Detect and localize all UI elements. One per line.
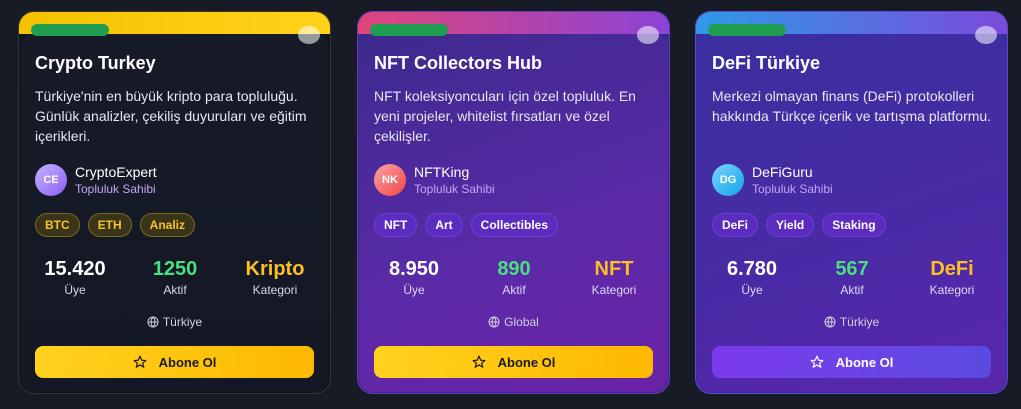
subscribe-label: Abone Ol [835, 354, 894, 370]
subscribe-label: Abone Ol [497, 354, 556, 370]
status-badge [708, 24, 786, 36]
stat-label: Aktif [502, 283, 526, 297]
location: Türkiye [19, 315, 330, 329]
avatar: CE [35, 164, 67, 196]
stat-value: 890 [497, 258, 531, 280]
avatar: NK [374, 164, 406, 196]
stat-value: 6.780 [726, 258, 778, 280]
avatar: DG [712, 164, 744, 196]
tag[interactable]: DeFi [712, 213, 759, 237]
status-badge [31, 24, 109, 36]
stat-label: Kategori [591, 283, 637, 297]
stat-label: Üye [741, 283, 763, 297]
community-card: DeFi Türkiye Merkezi olmayan finans (DeF… [695, 11, 1008, 394]
location: Global [358, 315, 669, 329]
owner-name[interactable]: CryptoExpert [75, 164, 157, 180]
stat-label: Kategori [252, 283, 298, 297]
tag[interactable]: Staking [822, 213, 886, 237]
tag-list: NFT Art Collectibles [374, 213, 559, 237]
tag[interactable]: Yield [766, 213, 815, 237]
subscribe-button[interactable]: Abone Ol [712, 346, 991, 378]
star-icon [472, 355, 486, 368]
stat-label: Üye [64, 283, 86, 297]
tag[interactable]: ETH [87, 213, 132, 237]
owner-role: Topluluk Sahibi [752, 182, 833, 196]
stat-category: Kripto Kategori [225, 257, 325, 299]
tag[interactable]: Art [425, 213, 463, 237]
tag[interactable]: Analiz [139, 213, 196, 237]
stat-value: 8.950 [388, 258, 440, 280]
stat-value: NFT [594, 258, 634, 280]
stat-category: DeFi Kategori [902, 257, 1002, 299]
card-title: NFT Collectors Hub [374, 53, 543, 73]
globe-icon [488, 316, 500, 328]
stat-label: Aktif [840, 283, 864, 297]
card-action-button[interactable] [975, 26, 997, 44]
owner-role: Topluluk Sahibi [414, 182, 495, 196]
stat-category: NFT Kategori [564, 257, 664, 299]
community-card: Crypto Turkey Türkiye'nin en büyük kript… [18, 11, 331, 394]
tag[interactable]: Collectibles [470, 213, 559, 237]
stats-row: 15.420 Üye 1250 Aktif Kripto Kategori [19, 257, 330, 299]
stat-label: Aktif [163, 283, 187, 297]
tag-list: DeFi Yield Staking [712, 213, 886, 237]
card-action-button[interactable] [637, 26, 659, 44]
globe-icon [147, 316, 159, 328]
status-badge [370, 24, 448, 36]
stat-members: 15.420 Üye [25, 257, 125, 299]
location-label: Türkiye [162, 315, 203, 329]
stat-label: Kategori [929, 283, 975, 297]
owner-name[interactable]: DeFiGuru [752, 164, 813, 180]
stat-active: 1250 Aktif [125, 257, 225, 299]
subscribe-label: Abone Ol [158, 354, 217, 370]
card-description: NFT koleksiyoncuları için özel topluluk.… [374, 88, 636, 144]
location-label: Global [504, 315, 539, 329]
community-card: NFT Collectors Hub NFT koleksiyoncuları … [357, 11, 670, 394]
stat-value: DeFi [930, 258, 974, 280]
stat-active: 567 Aktif [802, 257, 902, 299]
stat-value: Kripto [245, 258, 305, 280]
card-action-button[interactable] [298, 26, 320, 44]
card-description: Türkiye'nin en büyük kripto para toplulu… [35, 88, 307, 144]
subscribe-button[interactable]: Abone Ol [35, 346, 314, 378]
globe-icon [824, 316, 836, 328]
tag[interactable]: BTC [35, 213, 80, 237]
stat-label: Üye [403, 283, 425, 297]
stats-row: 8.950 Üye 890 Aktif NFT Kategori [358, 257, 669, 299]
stat-value: 567 [835, 258, 869, 280]
owner-role: Topluluk Sahibi [75, 182, 156, 196]
card-title: Crypto Turkey [35, 53, 156, 73]
tag[interactable]: NFT [374, 213, 418, 237]
stat-members: 8.950 Üye [364, 257, 464, 299]
stat-value: 1250 [152, 258, 198, 280]
star-icon [810, 355, 824, 368]
stat-value: 15.420 [44, 258, 106, 280]
location-label: Türkiye [839, 315, 880, 329]
stat-active: 890 Aktif [464, 257, 564, 299]
stat-members: 6.780 Üye [702, 257, 802, 299]
star-icon [133, 355, 147, 368]
card-title: DeFi Türkiye [712, 53, 821, 73]
tag-list: BTC ETH Analiz [35, 213, 196, 237]
subscribe-button[interactable]: Abone Ol [374, 346, 653, 378]
location: Türkiye [696, 315, 1007, 329]
card-description: Merkezi olmayan finans (DeFi) protokolle… [712, 88, 992, 124]
stats-row: 6.780 Üye 567 Aktif DeFi Kategori [696, 257, 1007, 299]
owner-name[interactable]: NFTKing [414, 164, 469, 180]
